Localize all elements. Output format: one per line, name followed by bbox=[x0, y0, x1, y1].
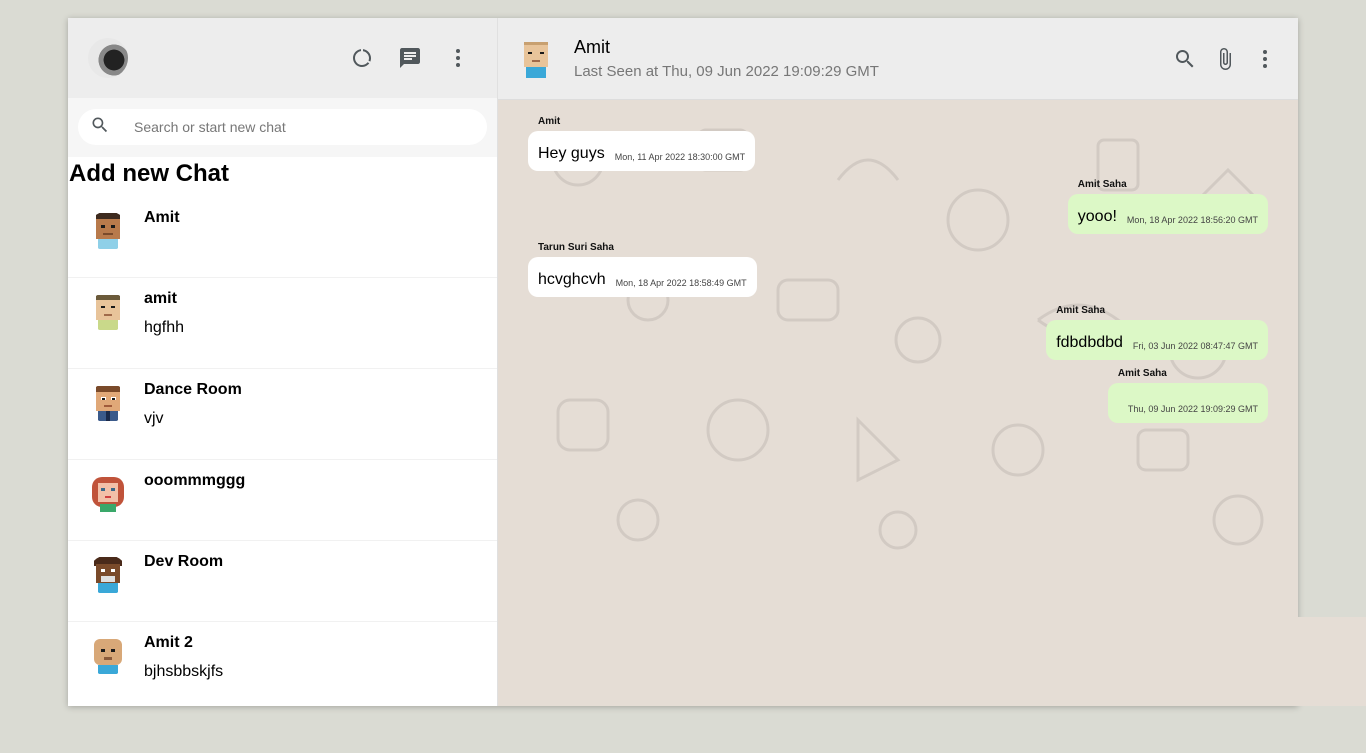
chat-list: Amit amit hgfhh Dance Room vjv ooommmggg… bbox=[68, 197, 497, 706]
chat-info: Amit 2 bjhsbbskjfs bbox=[144, 622, 223, 706]
sidebar: Add new Chat Amit amit hgfhh bbox=[68, 18, 498, 706]
status-icon[interactable] bbox=[349, 45, 375, 71]
message-text: fdbdbdbd bbox=[1056, 334, 1123, 351]
chat-item[interactable]: ooommmggg bbox=[68, 460, 497, 541]
contact-avatar[interactable] bbox=[518, 39, 554, 80]
chat-header-actions bbox=[1172, 46, 1278, 72]
chat-avatar bbox=[88, 383, 128, 423]
message-bubble[interactable]: hcvghcvh Mon, 18 Apr 2022 18:58:49 GMT bbox=[528, 257, 757, 297]
chat-info: amit hgfhh bbox=[144, 278, 184, 368]
chat-avatar bbox=[88, 636, 128, 676]
contact-name: Amit bbox=[574, 37, 610, 57]
message-bubble[interactable]: yooo! Mon, 18 Apr 2022 18:56:20 GMT bbox=[1067, 194, 1268, 234]
chat-panel: Amit Last Seen at Thu, 09 Jun 2022 19:09… bbox=[498, 18, 1298, 706]
chat-info: Amit bbox=[144, 197, 180, 277]
chat-avatar bbox=[88, 555, 128, 595]
chat-last-message: hgfhh bbox=[144, 319, 185, 336]
message-timestamp: Mon, 18 Apr 2022 18:58:49 GMT bbox=[615, 278, 747, 288]
message-sender: Amit bbox=[538, 116, 561, 127]
add-new-chat-button[interactable]: Add new Chat bbox=[68, 157, 497, 197]
chat-name: ooommmggg bbox=[144, 472, 246, 489]
message-sender: Amit Saha bbox=[1077, 179, 1127, 190]
chat-name: Dev Room bbox=[144, 553, 224, 570]
message: Amit Saha Thu, 09 Jun 2022 19:09:29 GMT bbox=[1107, 368, 1268, 423]
sidebar-header bbox=[68, 18, 497, 98]
search-icon[interactable] bbox=[1172, 46, 1198, 72]
message-timestamp: Mon, 11 Apr 2022 18:30:00 GMT bbox=[614, 152, 746, 162]
message-area: Amit Hey guys Mon, 11 Apr 2022 18:30:00 … bbox=[498, 100, 1298, 644]
last-seen-text: Last Seen at Thu, 09 Jun 2022 19:09:29 G… bbox=[574, 63, 879, 80]
contact-info: Amit Last Seen at Thu, 09 Jun 2022 19:09… bbox=[574, 37, 879, 80]
chat-item[interactable]: Amit 2 bjhsbbskjfs bbox=[68, 622, 497, 706]
chat-name: Dance Room bbox=[144, 381, 242, 398]
message-timestamp: Fri, 03 Jun 2022 08:47:47 GMT bbox=[1132, 341, 1258, 351]
chat-header: Amit Last Seen at Thu, 09 Jun 2022 19:09… bbox=[498, 18, 1298, 100]
message: Tarun Suri Saha hcvghcvh Mon, 18 Apr 202… bbox=[528, 242, 757, 297]
chat-item[interactable]: Dev Room bbox=[68, 541, 497, 622]
chat-info: ooommmggg bbox=[144, 460, 245, 540]
chat-name: Amit 2 bbox=[144, 634, 193, 651]
message-timestamp: Thu, 09 Jun 2022 19:09:29 GMT bbox=[1127, 404, 1258, 414]
app-window: Add new Chat Amit amit hgfhh bbox=[68, 18, 1298, 706]
chat-info: Dance Room vjv bbox=[144, 369, 242, 459]
chat-name: amit bbox=[144, 290, 177, 307]
chat-avatar bbox=[88, 211, 128, 251]
message-sender: Amit Saha bbox=[1117, 368, 1167, 379]
chat-item[interactable]: Amit bbox=[68, 197, 497, 278]
user-avatar[interactable] bbox=[88, 38, 128, 78]
more-vert-icon[interactable] bbox=[445, 45, 471, 71]
chat-item[interactable]: amit hgfhh bbox=[68, 278, 497, 369]
attach-file-icon[interactable] bbox=[1212, 46, 1238, 72]
chat-last-message: bjhsbbskjfs bbox=[144, 663, 224, 680]
chat-avatar bbox=[88, 474, 128, 514]
search-container bbox=[68, 98, 497, 157]
chat-item[interactable]: Dance Room vjv bbox=[68, 369, 497, 460]
message: Amit Saha yooo! Mon, 18 Apr 2022 18:56:2… bbox=[1067, 179, 1268, 234]
more-vert-icon[interactable] bbox=[1252, 46, 1278, 72]
message-sender: Amit Saha bbox=[1056, 305, 1106, 316]
search-box bbox=[78, 109, 487, 145]
search-icon bbox=[90, 115, 110, 139]
message: Amit Hey guys Mon, 11 Apr 2022 18:30:00 … bbox=[528, 116, 756, 171]
message-text: Hey guys bbox=[538, 145, 605, 162]
message-bubble[interactable]: fdbdbdbd Fri, 03 Jun 2022 08:47:47 GMT bbox=[1046, 320, 1268, 360]
chat-avatar bbox=[88, 292, 128, 332]
chat-name: Amit bbox=[144, 209, 180, 226]
chat-info: Dev Room bbox=[144, 541, 223, 621]
chat-last-message: vjv bbox=[144, 410, 164, 427]
message-text: yooo! bbox=[1077, 208, 1117, 225]
message-bubble[interactable]: Hey guys Mon, 11 Apr 2022 18:30:00 GMT bbox=[528, 131, 756, 171]
sidebar-header-actions bbox=[349, 45, 471, 71]
new-chat-icon[interactable] bbox=[397, 45, 423, 71]
message-text: hcvghcvh bbox=[538, 271, 606, 288]
message: Amit Saha fdbdbdbd Fri, 03 Jun 2022 08:4… bbox=[1046, 305, 1268, 360]
search-input[interactable] bbox=[134, 119, 454, 135]
message-bubble[interactable]: Thu, 09 Jun 2022 19:09:29 GMT bbox=[1107, 383, 1268, 423]
message-sender: Tarun Suri Saha bbox=[538, 242, 614, 253]
background-filler bbox=[498, 617, 1366, 706]
message-timestamp: Mon, 18 Apr 2022 18:56:20 GMT bbox=[1126, 215, 1258, 225]
